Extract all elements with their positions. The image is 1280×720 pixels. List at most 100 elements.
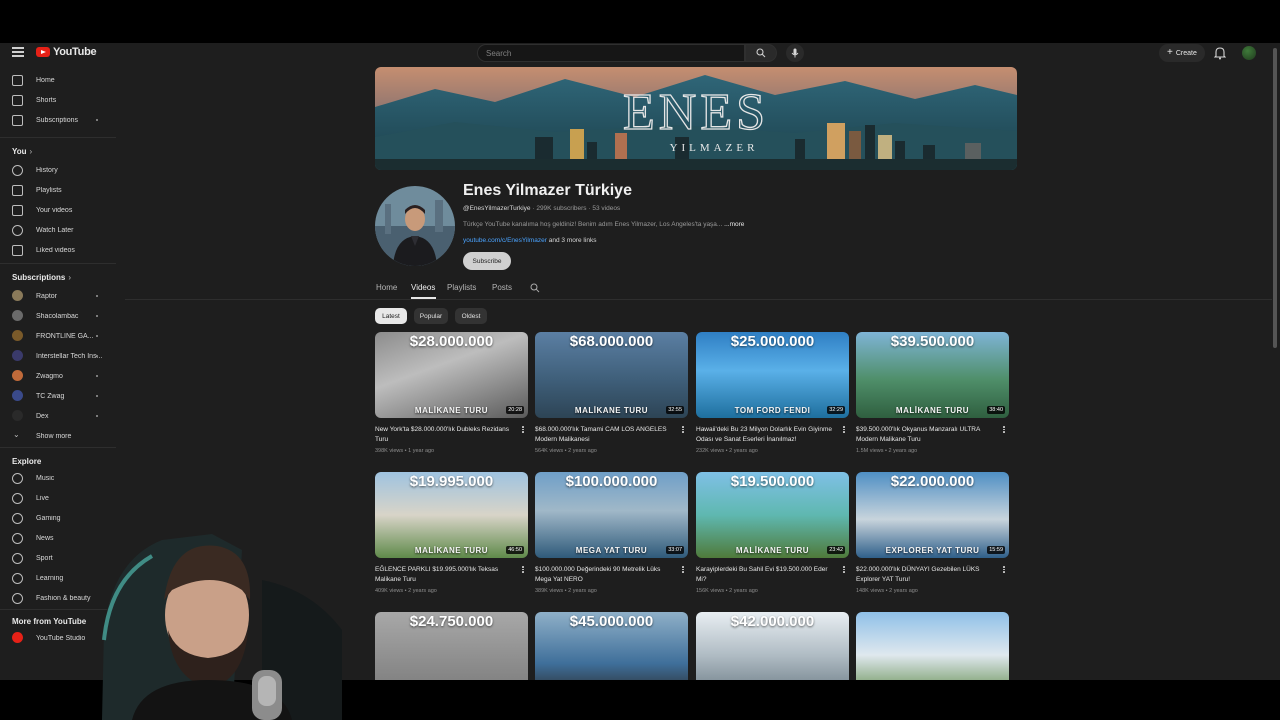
gaming-icon [12,513,23,524]
video-card[interactable]: $19.995.000 MALİKANE TURU 46:50 EĞLENCE PAR… [375,472,528,597]
video-thumbnail[interactable]: $39.500.000 MALİKANE TURU 38:40 [856,332,1009,418]
video-title[interactable]: EĞLENCE PARKLI $19.995.000'lık Teksas Ma… [375,565,515,584]
video-thumbnail[interactable]: $19.995.000 MALİKANE TURU 46:50 [375,472,528,558]
video-card[interactable]: $25.000.000 TOM FORD FENDI 32:29 Hawaii'dek… [696,332,849,457]
search-button[interactable] [745,44,777,62]
channel-link[interactable]: youtube.com/c/EnesYilmazer [463,237,547,244]
tab-videos[interactable]: Videos [411,283,435,292]
video-card[interactable]: $28.000.000 MALİKANE TURU 20:28 New York'ta… [375,332,528,457]
video-card[interactable]: $19.500.000 MALİKANE TURU 23:42 Karayiplerd… [696,472,849,597]
youtube-logo[interactable]: YouTube [36,46,97,58]
video-title[interactable]: $100.000.000 Değerindeki 90 Metrelik Lük… [535,565,675,584]
filter-chip-latest[interactable]: Latest [375,308,407,324]
channel-avatar-icon [12,390,23,401]
sidebar-item-news[interactable]: News [0,529,118,547]
subscriptions-section-heading[interactable]: Subscriptions › [12,273,71,282]
video-thumbnail[interactable]: $24.750.000 [375,612,528,680]
subscription-channel[interactable]: Raptor [0,287,118,305]
scrollbar-thumb[interactable] [1273,48,1277,348]
subscription-channel[interactable]: Shacolambac [0,307,118,325]
more-options-icon[interactable] [681,426,685,436]
video-card[interactable]: KARAVAN [856,612,1009,680]
sidebar-item-music[interactable]: Music [0,469,118,487]
sidebar-item-home[interactable]: Home [0,71,118,89]
video-thumbnail[interactable]: $28.000.000 MALİKANE TURU 20:28 [375,332,528,418]
voice-search-button[interactable] [786,44,804,62]
video-title[interactable]: Karayiplerdeki Bu Sahil Evi $19.500.000 … [696,565,836,584]
video-card[interactable]: $100.000.000 MEGA YAT TURU 33:07 $100.000.0… [535,472,688,597]
account-avatar[interactable] [1242,46,1256,60]
view-count: 409K views [375,588,404,594]
video-card[interactable]: $24.750.000 [375,612,528,680]
create-button[interactable]: + Create [1159,44,1205,62]
tab-playlists[interactable]: Playlists [447,283,476,292]
video-thumbnail[interactable]: $25.000.000 TOM FORD FENDI 32:29 [696,332,849,418]
sidebar-item-liked-videos[interactable]: Liked videos [0,241,118,259]
tab-posts[interactable]: Posts [492,283,512,292]
video-thumbnail[interactable]: $45.000.000 [535,612,688,680]
video-title[interactable]: Hawaii'deki Bu 23 Milyon Dolarlık Evin G… [696,425,836,444]
video-thumbnail[interactable]: KARAVAN [856,612,1009,680]
tab-home[interactable]: Home [376,283,397,292]
video-thumbnail[interactable]: $19.500.000 MALİKANE TURU 23:42 [696,472,849,558]
more-links[interactable]: and 3 more links [549,237,597,244]
more-options-icon[interactable] [1002,426,1006,436]
video-meta: 409K views • 2 years ago [375,588,437,594]
sidebar-item-playlists[interactable]: Playlists [0,181,118,199]
subscription-channel[interactable]: TC Zwag [0,387,118,405]
more-options-icon[interactable] [521,566,525,576]
sidebar-item-subscriptions[interactable]: Subscriptions [0,111,118,129]
video-thumbnail[interactable]: $68.000.000 MALİKANE TURU 32:55 [535,332,688,418]
video-card[interactable]: $22.000.000 EXPLORER YAT TURU 15:59 $22.000… [856,472,1009,597]
video-thumbnail[interactable]: $100.000.000 MEGA YAT TURU 33:07 [535,472,688,558]
channel-description[interactable]: Türkçe YouTube kanalıma hoş geldiniz! Be… [463,221,744,228]
show-more-button[interactable]: ⌄ Show more [0,427,118,445]
channel-search-icon[interactable] [530,283,540,293]
sidebar-item-sport[interactable]: Sport [0,549,118,567]
more-options-icon[interactable] [842,426,846,436]
video-card[interactable]: $42.000.000 [696,612,849,680]
video-thumbnail[interactable]: $22.000.000 EXPLORER YAT TURU 15:59 [856,472,1009,558]
sidebar-item-label: Learning [36,574,64,582]
video-title[interactable]: $22.000.000'lık DÜNYAYI Gezebilen LÜKS E… [856,565,996,584]
channel-avatar[interactable] [375,186,455,266]
sidebar-item-history[interactable]: History [0,161,118,179]
sidebar-item-your-videos[interactable]: Your videos [0,201,118,219]
video-card[interactable]: $39.500.000 MALİKANE TURU 38:40 $39.500.000… [856,332,1009,457]
video-title[interactable]: $39.500.000'lık Okyanus Manzaralı ULTRA … [856,425,996,444]
hamburger-menu-icon[interactable] [12,47,24,57]
more-from-youtube-heading: More from YouTube [12,617,87,626]
notifications-bell-icon[interactable] [1214,46,1226,60]
video-title[interactable]: New York'ta $28.000.000'lık Dubleks Rezi… [375,425,515,444]
subscription-channel[interactable]: Dex [0,407,118,425]
more-options-icon[interactable] [842,566,846,576]
filter-chip-oldest[interactable]: Oldest [455,308,487,324]
sidebar-item-label: YouTube Studio [36,634,86,642]
you-section-heading[interactable]: You › [12,147,32,156]
sidebar-item-gaming[interactable]: Gaming [0,509,118,527]
subscription-channel[interactable]: Interstellar Tech Ins... [0,347,118,365]
subscription-channel[interactable]: Zwagmo [0,367,118,385]
more-options-icon[interactable] [521,426,525,436]
sidebar-item-fashion-beauty[interactable]: Fashion & beauty [0,589,118,607]
channel-avatar-icon [12,310,23,321]
top-bar: YouTube Search + Create [0,43,1280,63]
search-input[interactable]: Search [477,44,745,62]
sidebar-item-watch-later[interactable]: Watch Later [0,221,118,239]
sidebar-item-youtube-studio[interactable]: YouTube Studio [0,629,118,647]
video-title[interactable]: $68.000.000'lık Tamami CAM LOS ANGELES M… [535,425,675,444]
sidebar-item-shorts[interactable]: Shorts [0,91,118,109]
sidebar-item-live[interactable]: Live [0,489,118,507]
video-card[interactable]: $68.000.000 MALİKANE TURU 32:55 $68.000.000… [535,332,688,457]
subscription-channel[interactable]: FRONTLINE GA... [0,327,118,345]
more-options-icon[interactable] [681,566,685,576]
video-card[interactable]: $45.000.000 [535,612,688,680]
description-more-link[interactable]: ...more [724,221,744,228]
subscribe-button[interactable]: Subscribe [463,252,511,270]
more-options-icon[interactable] [1002,566,1006,576]
video-thumbnail[interactable]: $42.000.000 [696,612,849,680]
page-scrollbar[interactable] [1272,43,1278,680]
sidebar-item-label: Shorts [36,96,57,104]
sidebar-item-learning[interactable]: Learning [0,569,118,587]
filter-chip-popular[interactable]: Popular [414,308,448,324]
